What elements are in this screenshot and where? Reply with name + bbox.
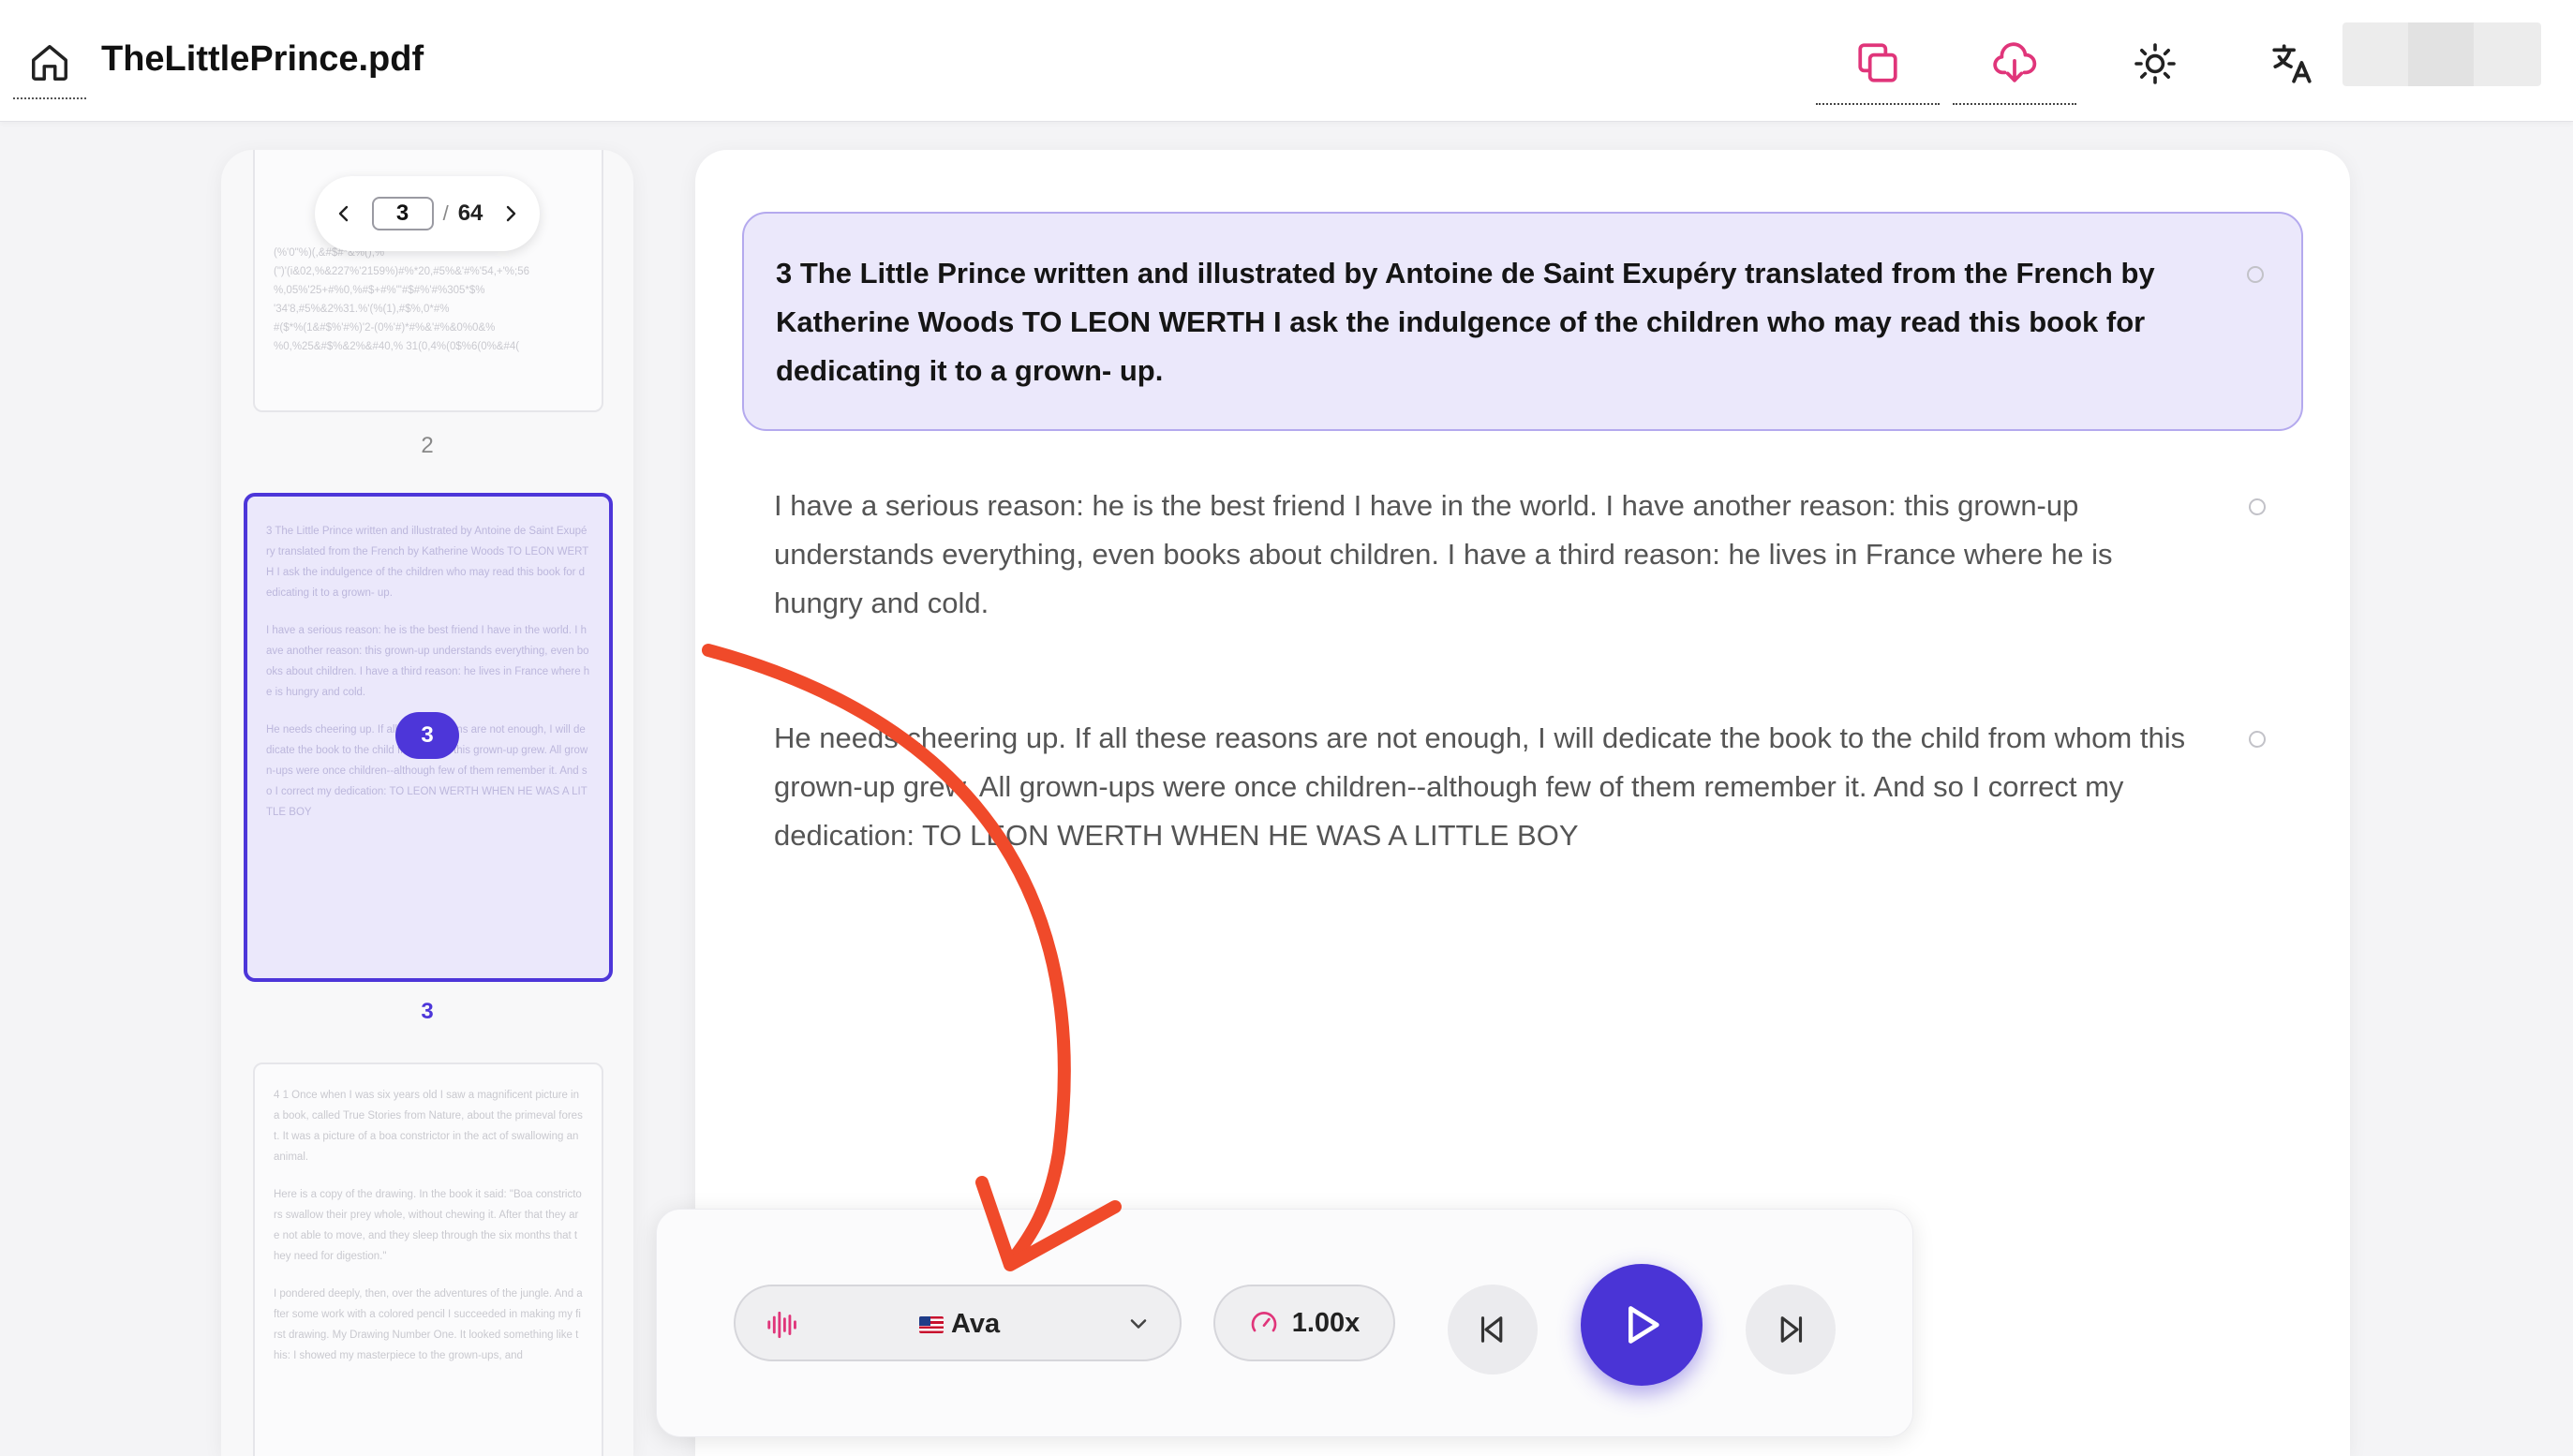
page-separator: /	[442, 201, 449, 225]
next-page-button[interactable]	[492, 195, 529, 232]
translate-button[interactable]	[2230, 22, 2354, 105]
thumbnail-text: 4 1 Once when I was six years old I saw …	[255, 1064, 602, 1366]
paragraph-select-radio[interactable]	[2247, 266, 2264, 283]
thumbnail-text: 3 The Little Prince written and illustra…	[247, 497, 609, 823]
paragraph[interactable]: He needs cheering up. If all these reaso…	[742, 678, 2303, 894]
skip-back-button[interactable]	[1448, 1285, 1538, 1374]
thumbnail-line: (")'(i&02,%&227%'2159%)#%*20,#5%&'#%'54,…	[274, 266, 530, 277]
skip-forward-icon	[1780, 1316, 1803, 1343]
download-button[interactable]	[1953, 22, 2076, 105]
home-icon	[32, 45, 67, 81]
cloud-download-icon	[1993, 42, 2037, 82]
document-title: TheLittlePrince.pdf	[101, 39, 424, 79]
theme-toggle-button[interactable]	[2093, 22, 2217, 105]
current-page-badge: 3	[395, 712, 459, 759]
speedometer-icon	[1251, 1312, 1276, 1332]
copy-button[interactable]	[1816, 22, 1940, 105]
thumbnail-line: '34'8,#5%&2%31.%'(%(1),#$%,0*#%	[274, 304, 450, 315]
paragraph-select-radio[interactable]	[2249, 731, 2266, 748]
play-icon	[1629, 1306, 1659, 1344]
playback-speed-value: 1.00x	[1291, 1307, 1361, 1338]
playback-speed-button[interactable]: 1.00x	[1213, 1285, 1395, 1361]
translate-icon	[2272, 44, 2312, 83]
sun-icon	[2134, 43, 2176, 84]
thumbnail-paragraph: I have a serious reason: he is the best …	[266, 625, 590, 698]
page-thumbnail-label-active: 3	[421, 999, 434, 1024]
paragraph-text: He needs cheering up. If all these reaso…	[774, 721, 2186, 852]
avatar[interactable]	[2342, 22, 2541, 86]
previous-page-button[interactable]	[325, 195, 363, 232]
page-thumbnail-label: 2	[421, 433, 434, 458]
skip-back-icon	[1480, 1316, 1503, 1343]
paragraph-select-radio[interactable]	[2249, 498, 2266, 515]
audio-wave-icon	[767, 1311, 796, 1339]
chevron-down-icon	[1130, 1319, 1147, 1329]
thumbnail-line: %0,%25&#$%&2%&#40,% 31(0,4%(0$%6(0%&#4(	[274, 341, 520, 352]
page-thumbnail-sidebar: / 64 (%'0"%)(,&#$#*&%(),% (")'(i&02,%&22…	[221, 150, 633, 1456]
thumbnail-paragraph: Here is a copy of the drawing. In the bo…	[274, 1189, 582, 1262]
page-number-input[interactable]	[371, 197, 434, 230]
thumbnail-paragraph: 3 The Little Prince written and illustra…	[266, 526, 589, 599]
paragraph-text: 3 The Little Prince written and illustra…	[776, 257, 2155, 387]
voice-name: Ava	[951, 1309, 1001, 1339]
thumbnail-line: #($*%(1&#$%'#%)'2-(0%'#)*#%&'#%&0%0&%	[274, 322, 496, 334]
top-bar: TheLittlePrince.pdf	[0, 0, 2573, 122]
voice-select[interactable]: Ava	[734, 1285, 1182, 1361]
skip-forward-button[interactable]	[1746, 1285, 1836, 1374]
paragraph-text: I have a serious reason: he is the best …	[774, 489, 2113, 619]
page-thumbnail[interactable]: 4 1 Once when I was six years old I saw …	[253, 1062, 603, 1456]
chevron-left-icon	[338, 205, 348, 222]
paragraph[interactable]: I have a serious reason: he is the best …	[742, 446, 2303, 661]
page-total: 64	[457, 201, 483, 226]
home-button[interactable]	[13, 28, 86, 99]
us-flag-icon	[919, 1315, 944, 1333]
audio-player-bar: Ava 1.00x	[656, 1209, 1913, 1437]
paragraph-active[interactable]: 3 The Little Prince written and illustra…	[742, 212, 2303, 431]
copy-icon	[1858, 43, 1897, 82]
chevron-right-icon	[507, 205, 516, 222]
play-button[interactable]	[1581, 1264, 1703, 1386]
page-navigator: / 64	[315, 176, 540, 251]
thumbnail-line: %,05%'25+#%0,%#$+#%"'#$#%'#%305*$%	[274, 285, 485, 296]
voice-label: Ava	[919, 1309, 1000, 1340]
thumbnail-paragraph: I pondered deeply, then, over the advent…	[274, 1288, 583, 1361]
thumbnail-paragraph: 4 1 Once when I was six years old I saw …	[274, 1090, 583, 1163]
